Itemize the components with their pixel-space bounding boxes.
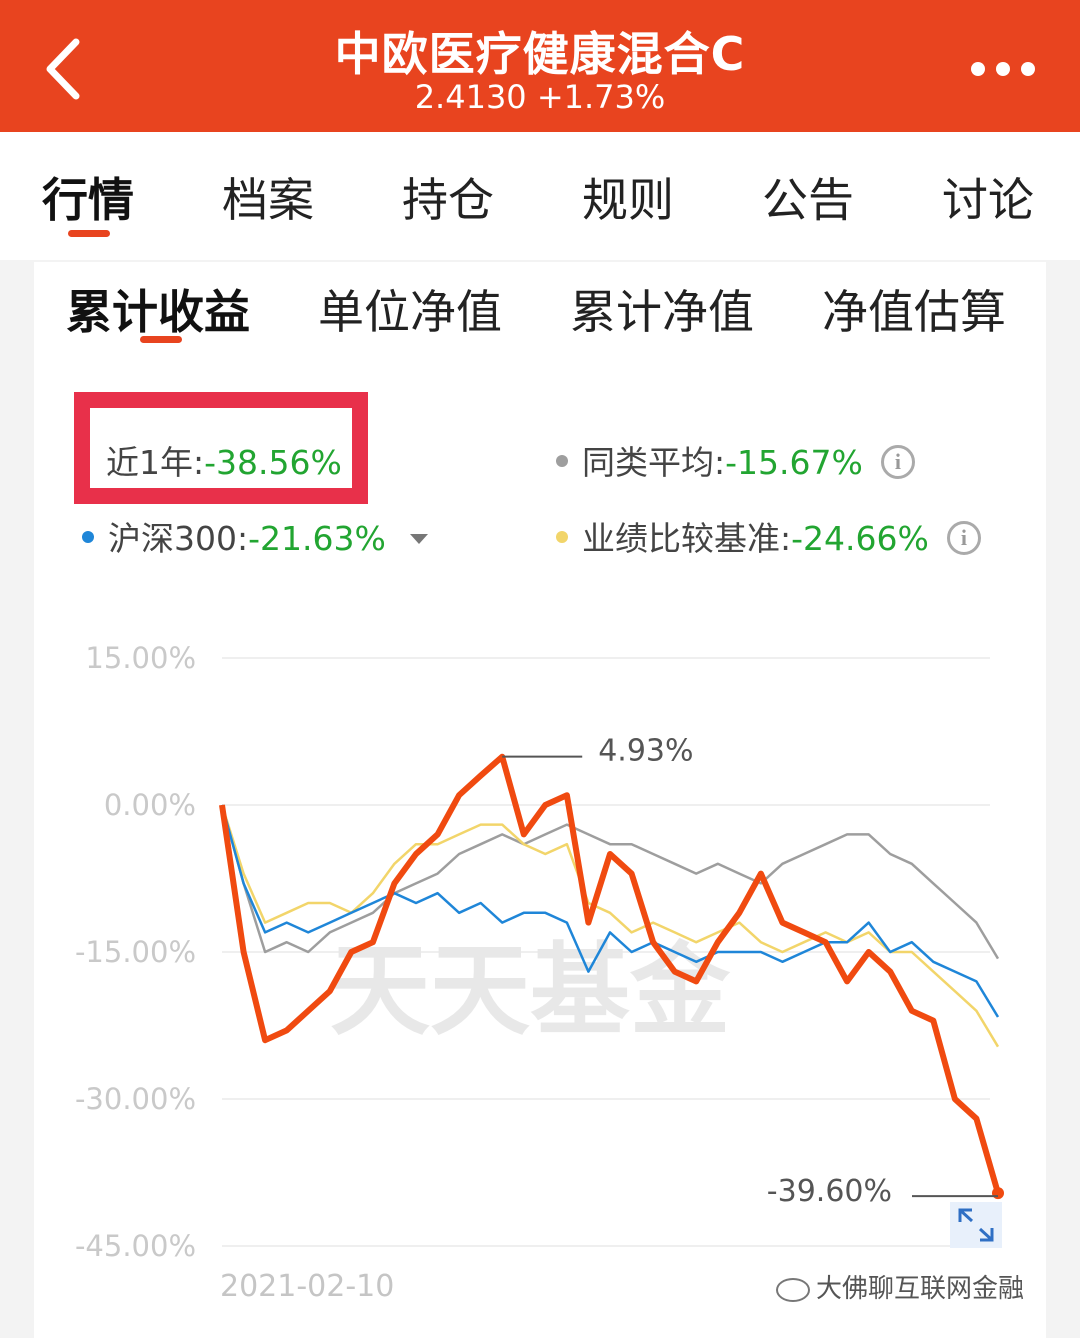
- y-tick-label: -45.00%: [75, 1229, 196, 1263]
- x-axis-start-label: 2021-02-10: [220, 1269, 394, 1304]
- expand-icon: [958, 1208, 994, 1242]
- last-annotation-label: -39.60%: [767, 1174, 892, 1209]
- last-point-marker: [992, 1187, 1004, 1200]
- y-tick-label: 0.00%: [104, 788, 196, 822]
- max-annotation-label: 4.93%: [598, 734, 693, 769]
- wechat-account-name: 大佛聊互联网金融: [816, 1274, 1025, 1304]
- wechat-icon: [776, 1277, 810, 1302]
- return-chart: 15.00% 0.00% -15.00% -30.00% -45.00% 天天基金 4.…: [75, 641, 1004, 1304]
- expand-button[interactable]: [950, 1202, 1002, 1248]
- y-tick-label: -30.00%: [75, 1082, 196, 1116]
- y-tick-label: 15.00%: [85, 641, 196, 675]
- wechat-watermark: 大佛聊互联网金融: [776, 1268, 1024, 1305]
- y-tick-label: -15.00%: [75, 935, 196, 969]
- watermark: 天天基金: [330, 931, 731, 1049]
